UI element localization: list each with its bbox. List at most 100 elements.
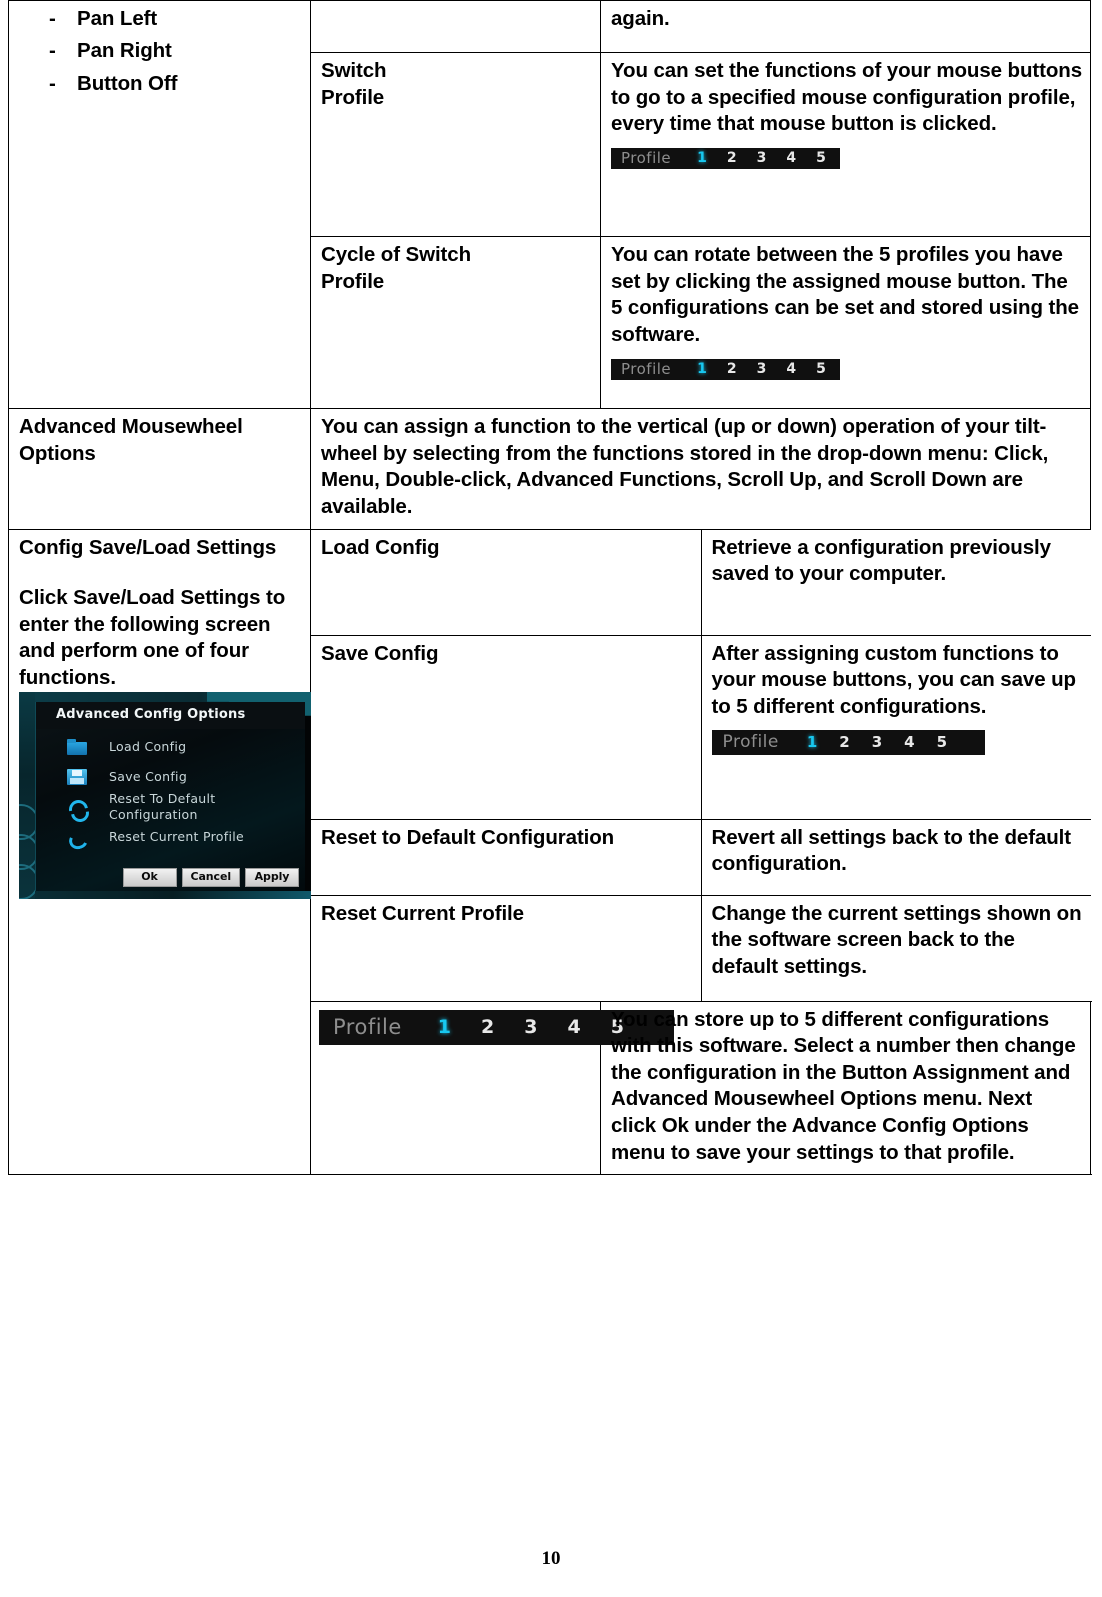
menu-item-label: Reset Current Profile [109,828,244,844]
profile-number-1[interactable]: 1 [697,362,707,376]
bullet-dash: - [49,71,56,95]
table-row-advanced-mousewheel: Advanced Mousewheel Options You can assi… [8,408,1091,530]
profile-selector-widget[interactable]: Profile 1 2 3 4 5 [611,358,840,380]
cell-reset-current-profile-name: Reset Current Profile [311,894,702,1001]
cell-reset-current-profile-desc: Change the current settings shown on the… [700,894,1091,1001]
cell-config-rows-container: Load Config Retrieve a configuration pre… [311,529,1091,1001]
ok-button[interactable]: Ok [122,867,177,887]
profile-number-4[interactable]: 4 [786,362,796,376]
cell-advanced-mousewheel-desc: You can assign a function to the vertica… [310,408,1091,530]
menu-item-label: Reset To Default Configuration [109,790,216,822]
profile-number-2[interactable]: 2 [727,362,737,376]
cell-cycle-switch-profile-desc: You can rotate between the 5 profiles yo… [600,236,1091,409]
dialog-title: Advanced Config Options [56,706,246,722]
profile-number-4[interactable]: 4 [568,1017,581,1037]
dialog-bottom-strip [35,890,311,899]
button-function-list: - Pan Left - Pan Right - Button Off [19,3,302,100]
config-subtable: Load Config Retrieve a configuration pre… [311,529,1091,1001]
menu-item-save-config[interactable]: Save Config [36,762,305,792]
profile-label: Profile [722,732,779,753]
table-row-reset-current-profile: Reset Current Profile Change the current… [311,894,1091,1001]
cell-profile-widget: Profile 1 2 3 4 5 [310,1000,674,1176]
profile-label: Profile [333,1014,402,1039]
cell-switch-profile-name: Switch Profile [310,52,601,237]
table-row-reset-default: Reset to Default Configuration Revert al… [311,818,1091,896]
bullet-dash: - [49,7,56,30]
menu-item-load-config[interactable]: Load Config [36,732,305,762]
cell-save-config-desc: After assigning custom functions to your… [700,634,1091,820]
dialog-button-row: Ok Cancel Apply [122,867,299,887]
profile-number-2[interactable]: 2 [481,1017,494,1037]
folder-icon [67,738,87,755]
cell-cycle-switch-profile-name: Cycle of Switch Profile [310,236,601,409]
table-row-save-config: Save Config After assigning custom funct… [311,634,1091,820]
profile-number-4[interactable]: 4 [904,735,914,750]
dialog-titlebar: Advanced Config Options [36,701,305,729]
profile-number-3[interactable]: 3 [524,1017,537,1037]
profile-label: Profile [621,148,672,167]
cancel-button[interactable]: Cancel [181,867,240,887]
bullet-dash: - [49,39,56,63]
cell-carryover-text: again. [600,0,1091,53]
list-item: - Pan Left [19,3,302,35]
menu-item-label: Load Config [109,738,187,754]
config-section-title: Config Save/Load Settings [19,535,277,559]
profile-number-4[interactable]: 4 [786,151,796,165]
profile-number-5[interactable]: 5 [937,735,947,750]
dialog-menu-list: Load Config Save Config Reset To Default… [36,732,305,852]
profile-selector-widget[interactable]: Profile 1 2 3 4 5 [611,147,840,169]
row-label-line1: Cycle of Switch [321,243,472,266]
cell-config-save-load-settings: Config Save/Load Settings Click Save/Loa… [8,528,311,1176]
undo-arrow-icon [67,830,87,845]
page-number: 10 [541,1548,561,1569]
description-text: After assigning custom functions to your… [711,641,1077,718]
table-row-bullets: - Pan Left - Pan Right - Button Off agai… [8,0,1091,409]
cell-profile-summary-desc: You can store up to 5 different configur… [600,1000,1091,1176]
profile-number-3[interactable]: 3 [757,362,767,376]
floppy-disk-icon [67,769,87,786]
bullet-label: Button Off [77,71,178,95]
cell-reset-default-desc: Revert all settings back to the default … [700,818,1091,896]
profile-number-2[interactable]: 2 [727,151,737,165]
list-item: - Button Off [19,68,302,100]
cell-load-config-name: Load Config [311,529,702,636]
dialog-body: Advanced Config Options Load Config Save… [35,701,305,891]
row-label-line2: Profile [321,85,385,109]
profile-number-3[interactable]: 3 [757,151,767,165]
cell-advanced-mousewheel-title: Advanced Mousewheel Options [8,408,311,530]
row-label-line1: Switch [321,59,387,82]
cell-switch-profile-desc: You can set the functions of your mouse … [600,52,1091,237]
table-row-load-config: Load Config Retrieve a configuration pre… [311,529,1091,636]
description-text: You can rotate between the 5 profiles yo… [611,243,1079,346]
list-item: - Pan Right [19,35,302,67]
bullet-label: Pan Left [77,7,158,30]
refresh-icon [67,799,87,816]
profile-number-5[interactable]: 5 [816,362,826,376]
advanced-config-options-screenshot-wrap: Advanced Config Options Load Config Save… [19,691,311,899]
bullet-label: Pan Right [77,39,172,63]
menu-item-label: Save Config [109,768,188,784]
profile-number-3[interactable]: 3 [872,735,882,750]
row-label-line2: Profile [321,269,385,293]
menu-item-reset-current-profile[interactable]: Reset Current Profile [36,822,305,852]
profile-number-1[interactable]: 1 [438,1017,451,1037]
cell-button-functions-list: - Pan Left - Pan Right - Button Off [8,0,311,409]
profile-selector-widget[interactable]: Profile 1 2 3 4 5 [711,730,986,756]
cell-reset-default-name: Reset to Default Configuration [311,818,702,896]
cell-save-config-name: Save Config [311,634,702,820]
cell-empty-name [310,0,601,53]
profile-number-1[interactable]: 1 [807,735,817,750]
description-text: You can set the functions of your mouse … [611,59,1082,136]
profile-number-2[interactable]: 2 [839,735,849,750]
cell-load-config-desc: Retrieve a configuration previously save… [700,529,1091,636]
profile-label: Profile [621,359,672,378]
config-section-intro: Click Save/Load Settings to enter the fo… [19,586,286,690]
profile-number-5[interactable]: 5 [816,151,826,165]
document-page: - Pan Left - Pan Right - Button Off agai… [0,0,1102,1597]
settings-table: - Pan Left - Pan Right - Button Off agai… [8,0,1091,1176]
profile-number-1[interactable]: 1 [697,151,707,165]
menu-item-reset-default[interactable]: Reset To Default Configuration [36,790,305,822]
advanced-config-options-dialog[interactable]: Advanced Config Options Load Config Save… [19,691,311,899]
apply-button[interactable]: Apply [245,867,299,887]
